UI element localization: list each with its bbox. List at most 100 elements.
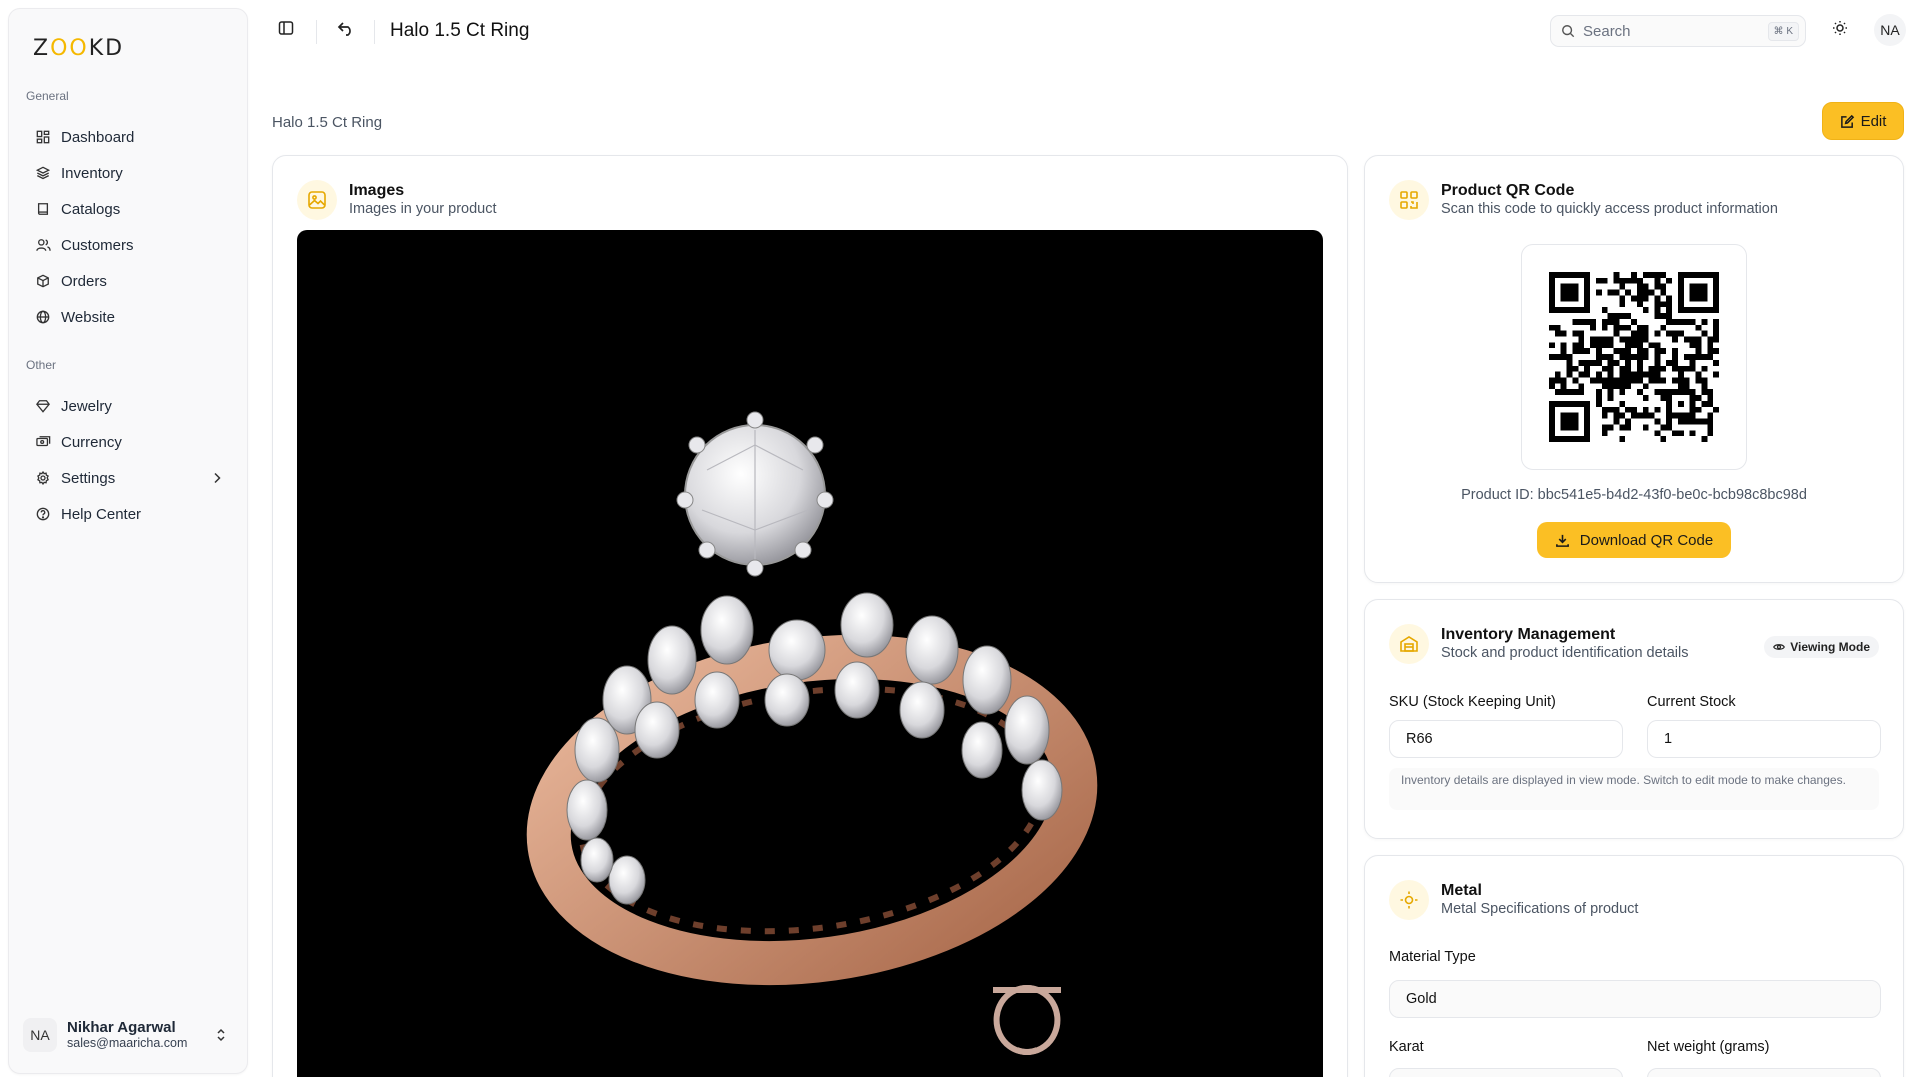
net-weight-label: Net weight (grams) (1647, 1039, 1770, 1055)
sidebar-item-customers[interactable]: Customers (23, 227, 239, 263)
undo-arrow-icon (337, 20, 355, 41)
dashboard-icon (35, 129, 51, 145)
search-icon (1561, 24, 1575, 38)
sidebar-item-currency[interactable]: Currency (23, 424, 239, 460)
sidebar-item-settings[interactable]: Settings (23, 460, 239, 496)
images-card-subtitle: Images in your product (349, 201, 497, 218)
chevron-right-icon (209, 470, 225, 486)
nav-list-other: Jewelry Currency Settings Help Center (23, 388, 239, 532)
qr-code-card: Product QR Code Scan this code to quickl… (1364, 155, 1904, 583)
search-input[interactable]: Search ⌘ K (1550, 15, 1806, 47)
material-type-label: Material Type (1389, 949, 1476, 965)
gem-icon (35, 398, 51, 414)
avatar[interactable]: NA (1874, 14, 1906, 46)
stock-label: Current Stock (1647, 694, 1736, 710)
nav-list-general: Dashboard Inventory Catalogs Customers O… (23, 119, 239, 335)
logo-text-accent: OO (50, 35, 89, 61)
download-qr-button[interactable]: Download QR Code (1537, 522, 1731, 558)
edit-label: Edit (1860, 112, 1887, 130)
viewing-mode-label: Viewing Mode (1790, 640, 1870, 654)
help-icon (35, 506, 51, 522)
chevrons-up-down-icon (213, 1027, 229, 1043)
sidebar-toggle-icon (278, 20, 294, 41)
material-type-field[interactable]: Gold (1389, 980, 1881, 1018)
sun-icon (1832, 20, 1848, 41)
stock-field[interactable]: 1 (1647, 720, 1881, 758)
currency-icon (35, 434, 51, 450)
eye-icon (1773, 641, 1786, 653)
sidebar-item-label: Help Center (61, 505, 142, 523)
download-qr-label: Download QR Code (1579, 531, 1714, 549)
sidebar-item-dashboard[interactable]: Dashboard (23, 119, 239, 155)
qr-code-icon (1389, 180, 1429, 220)
images-card-title: Images (349, 182, 405, 200)
qr-card-subtitle: Scan this code to quickly access product… (1441, 201, 1778, 218)
sidebar-item-catalogs[interactable]: Catalogs (23, 191, 239, 227)
download-icon (1555, 533, 1570, 548)
images-card: Images Images in your product (272, 155, 1348, 1077)
view-mode-note: Inventory details are displayed in view … (1389, 768, 1879, 810)
sku-label: SKU (Stock Keeping Unit) (1389, 694, 1556, 710)
karat-field[interactable] (1389, 1068, 1623, 1077)
metal-card-subtitle: Metal Specifications of product (1441, 901, 1639, 918)
breadcrumb[interactable]: Halo 1.5 Ct Ring (272, 114, 382, 131)
sidebar: Z OO KD General Dashboard Inventory Catalo… (8, 8, 248, 1074)
nav-group-general-title: General (26, 89, 69, 103)
page-title: Halo 1.5 Ct Ring (390, 20, 530, 41)
nav-group-other-title: Other (26, 358, 57, 372)
divider (374, 20, 375, 44)
qr-code-image (1549, 272, 1719, 442)
brand-logo[interactable]: Z OO KD (33, 33, 124, 63)
edit-button[interactable]: Edit (1822, 102, 1904, 140)
inventory-card-title: Inventory Management (1441, 626, 1616, 644)
users-icon (35, 237, 51, 253)
sidebar-item-jewelry[interactable]: Jewelry (23, 388, 239, 424)
qr-code (1521, 244, 1747, 470)
toggle-sidebar-button[interactable] (270, 14, 302, 46)
inventory-card-subtitle: Stock and product identification details (1441, 645, 1689, 662)
metal-sun-icon (1389, 880, 1429, 920)
search-shortcut: ⌘ K (1767, 22, 1799, 41)
sidebar-item-label: Dashboard (61, 128, 135, 146)
edit-icon (1840, 114, 1855, 129)
sidebar-item-label: Orders (61, 272, 107, 290)
globe-icon (35, 309, 51, 325)
image-icon (297, 180, 337, 220)
user-menu[interactable]: NA Nikhar Agarwal sales@maaricha.com (23, 1011, 239, 1059)
sidebar-item-website[interactable]: Website (23, 299, 239, 335)
sku-field[interactable]: R66 (1389, 720, 1623, 758)
sidebar-item-label: Customers (61, 236, 134, 254)
sidebar-item-label: Currency (61, 433, 122, 451)
net-weight-field[interactable] (1647, 1068, 1881, 1077)
product-id: Product ID: bbc541e5-b4d2-43f0-be0c-bcb9… (1461, 487, 1807, 503)
divider (316, 20, 317, 44)
karat-label: Karat (1389, 1039, 1424, 1055)
metal-card: Metal Metal Specifications of product Ma… (1364, 855, 1904, 1077)
avatar: NA (23, 1018, 57, 1052)
sidebar-item-inventory[interactable]: Inventory (23, 155, 239, 191)
viewing-mode-badge: Viewing Mode (1764, 636, 1879, 658)
top-bar: Halo 1.5 Ct Ring Search ⌘ K NA (270, 12, 1906, 52)
sidebar-item-label: Jewelry (61, 397, 112, 415)
qr-card-title: Product QR Code (1441, 182, 1575, 200)
package-icon (35, 273, 51, 289)
sidebar-item-orders[interactable]: Orders (23, 263, 239, 299)
sidebar-item-label: Settings (61, 469, 116, 487)
sidebar-item-label: Inventory (61, 164, 123, 182)
layers-icon (35, 165, 51, 181)
product-image[interactable] (297, 230, 1323, 1077)
sidebar-item-label: Website (61, 308, 115, 326)
user-email: sales@maaricha.com (67, 1036, 188, 1051)
theme-toggle-button[interactable] (1824, 14, 1856, 46)
warehouse-icon (1389, 624, 1429, 664)
book-icon (35, 201, 51, 217)
search-placeholder: Search (1583, 22, 1631, 40)
sidebar-item-help-center[interactable]: Help Center (23, 496, 239, 532)
logo-text-left: Z (33, 35, 51, 61)
user-name: Nikhar Agarwal (67, 1019, 176, 1037)
sidebar-item-label: Catalogs (61, 200, 121, 218)
metal-card-title: Metal (1441, 882, 1482, 900)
gear-icon (35, 470, 51, 486)
ring-illustration (526, 411, 1098, 1055)
back-button[interactable] (330, 14, 362, 46)
